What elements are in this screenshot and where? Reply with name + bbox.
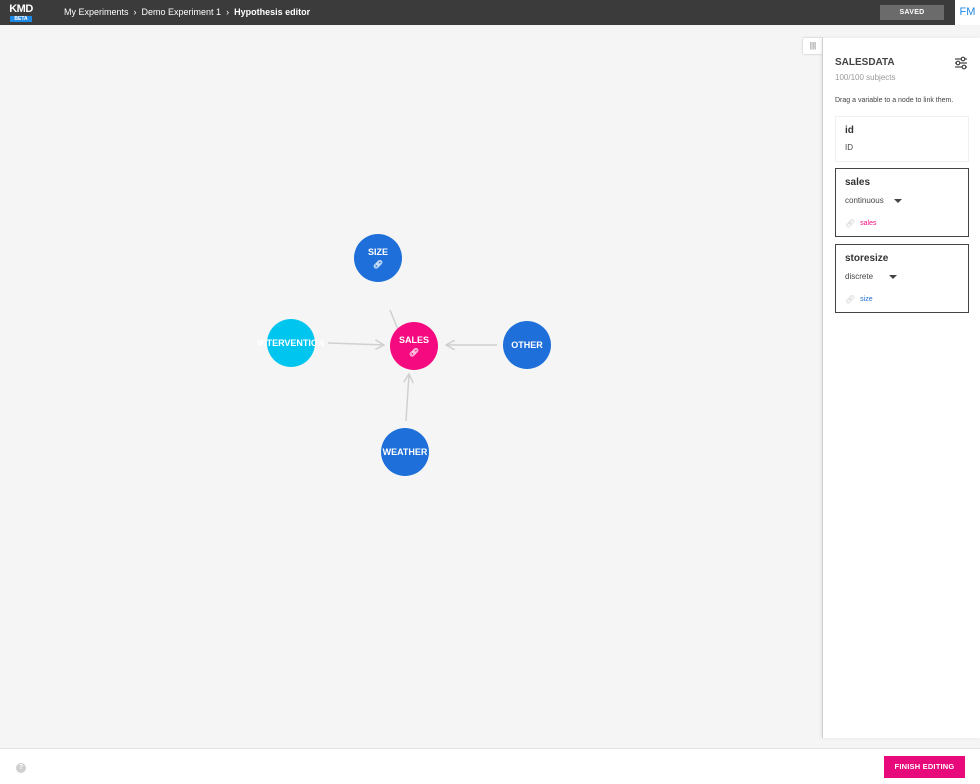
variable-type-value: continuous [845,196,884,205]
breadcrumb-separator: › [226,7,230,17]
variable-type: ID [845,143,853,152]
panel-collapse-handle[interactable]: ||| [803,38,823,54]
variable-type-select[interactable]: discrete [845,272,898,281]
breadcrumb: My Experiments › Demo Experiment 1 › Hyp… [64,0,310,25]
node-label: SALES [398,335,429,345]
breadcrumb-demo-experiment[interactable]: Demo Experiment 1 [142,0,222,25]
node-weather[interactable]: WEATHER [381,428,429,476]
breadcrumb-separator: › [133,7,137,17]
variable-card-storesize[interactable]: storesize discrete 🔗︎ size [835,244,969,313]
variable-card-sales[interactable]: sales continuous 🔗︎ sales [835,168,969,237]
link-icon: 🔗︎ [372,260,384,269]
caret-down-icon [893,198,902,203]
drag-hint: Drag a variable to a node to link them. [835,97,954,104]
edge-intervention-sales[interactable] [327,343,384,345]
link-icon: 🔗︎ [845,219,856,228]
node-label: OTHER [511,339,543,350]
hypothesis-canvas[interactable]: SIZE 🔗︎ INTERVENTION SALES 🔗︎ OTHER WEAT… [0,25,822,748]
footer-bar: ? FINISH EDITING [0,748,980,784]
linked-node-name: size [860,296,873,303]
node-label: INTERVENTION [257,337,325,348]
node-intervention[interactable]: INTERVENTION [258,319,324,367]
kmd-logo[interactable]: KMD BETA [6,3,36,22]
variable-type-select[interactable]: continuous [845,196,902,205]
help-icon[interactable]: ? [16,763,26,773]
beta-badge: BETA [10,16,32,22]
node-label: WEATHER [382,446,428,457]
node-size[interactable]: SIZE 🔗︎ [354,234,402,282]
caret-down-icon [889,274,898,279]
edges-layer [327,309,497,422]
node-sales[interactable]: SALES 🔗︎ [390,322,438,370]
breadcrumb-hypothesis-editor: Hypothesis editor [234,7,311,17]
logo-text: KMD [9,3,33,15]
variable-name: storesize [845,253,889,264]
sliders-icon[interactable] [954,56,968,70]
variable-name: sales [845,177,871,188]
variable-type-value: discrete [845,272,874,281]
node-label: SIZE [367,247,388,257]
variable-name: id [845,125,854,136]
dataset-title: SALESDATA [835,57,895,68]
variable-link[interactable]: 🔗︎ size [845,295,873,304]
node-other[interactable]: OTHER [503,321,551,369]
edge-weather-sales[interactable] [406,374,409,422]
linked-node-name: sales [860,220,877,227]
dataset-panel: SALESDATA 100/100 subjects Drag a variab… [822,38,980,738]
saved-status-button[interactable]: SAVED [880,5,944,20]
breadcrumb-my-experiments[interactable]: My Experiments [64,0,129,25]
link-icon: 🔗︎ [845,295,856,304]
variable-card-id[interactable]: id ID [835,116,969,162]
dataset-subject-count: 100/100 subjects [835,73,896,82]
finish-editing-button[interactable]: FINISH EDITING [884,756,965,778]
variable-link[interactable]: 🔗︎ sales [845,219,877,228]
user-avatar[interactable]: FM [955,0,980,25]
link-icon: 🔗︎ [408,348,420,357]
top-bar: KMD BETA My Experiments › Demo Experimen… [0,0,980,25]
